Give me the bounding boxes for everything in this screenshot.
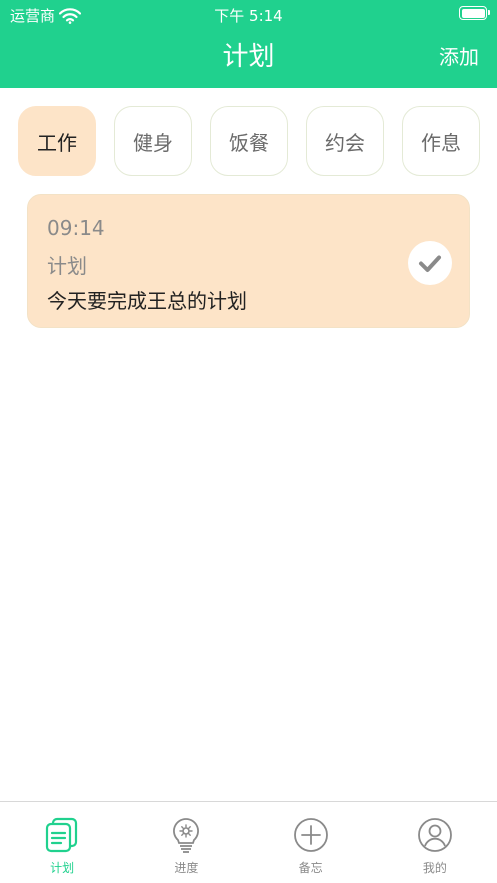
tabbar-item-memo[interactable]: 备忘 xyxy=(249,802,373,883)
status-clock: 下午 5:14 xyxy=(214,7,283,25)
category-tabs: 工作 健身 饭餐 约会 作息 xyxy=(18,106,480,176)
checkmark-icon xyxy=(419,255,441,272)
plan-time: 09:14 xyxy=(47,216,105,240)
tabbar-label-plan: 计划 xyxy=(50,861,75,875)
user-icon xyxy=(417,818,452,852)
tab-work[interactable]: 工作 xyxy=(18,106,96,176)
tab-meals[interactable]: 饭餐 xyxy=(210,106,288,176)
tab-fitness[interactable]: 健身 xyxy=(114,106,192,176)
bottom-tab-bar: 计划 进度 备忘 我的 xyxy=(0,801,497,883)
lightbulb-icon xyxy=(173,818,200,853)
battery-icon xyxy=(459,6,490,20)
page-title: 计划 xyxy=(222,42,275,72)
plan-card[interactable]: 09:14 计划 今天要完成王总的计划 xyxy=(27,194,470,328)
status-bar: 运营商 下午 5:14 xyxy=(0,0,497,28)
tabbar-item-mine[interactable]: 我的 xyxy=(373,802,497,883)
tabbar-label-memo: 备忘 xyxy=(298,861,323,875)
tab-routine[interactable]: 作息 xyxy=(402,106,480,176)
complete-button[interactable] xyxy=(408,241,452,285)
tabbar-item-progress[interactable]: 进度 xyxy=(124,802,248,883)
add-button[interactable]: 添加 xyxy=(439,41,479,70)
app-header: 运营商 下午 5:14 计划 添加 xyxy=(0,0,497,88)
tab-dating[interactable]: 约会 xyxy=(306,106,384,176)
tabbar-label-progress: 进度 xyxy=(174,861,199,875)
plan-content: 今天要完成王总的计划 xyxy=(47,289,247,313)
tabbar-label-mine: 我的 xyxy=(422,861,447,875)
tabbar-item-plan[interactable]: 计划 xyxy=(0,802,124,883)
plan-category: 计划 xyxy=(47,254,87,278)
plus-circle-icon xyxy=(293,818,328,852)
plan-icon xyxy=(46,817,78,853)
